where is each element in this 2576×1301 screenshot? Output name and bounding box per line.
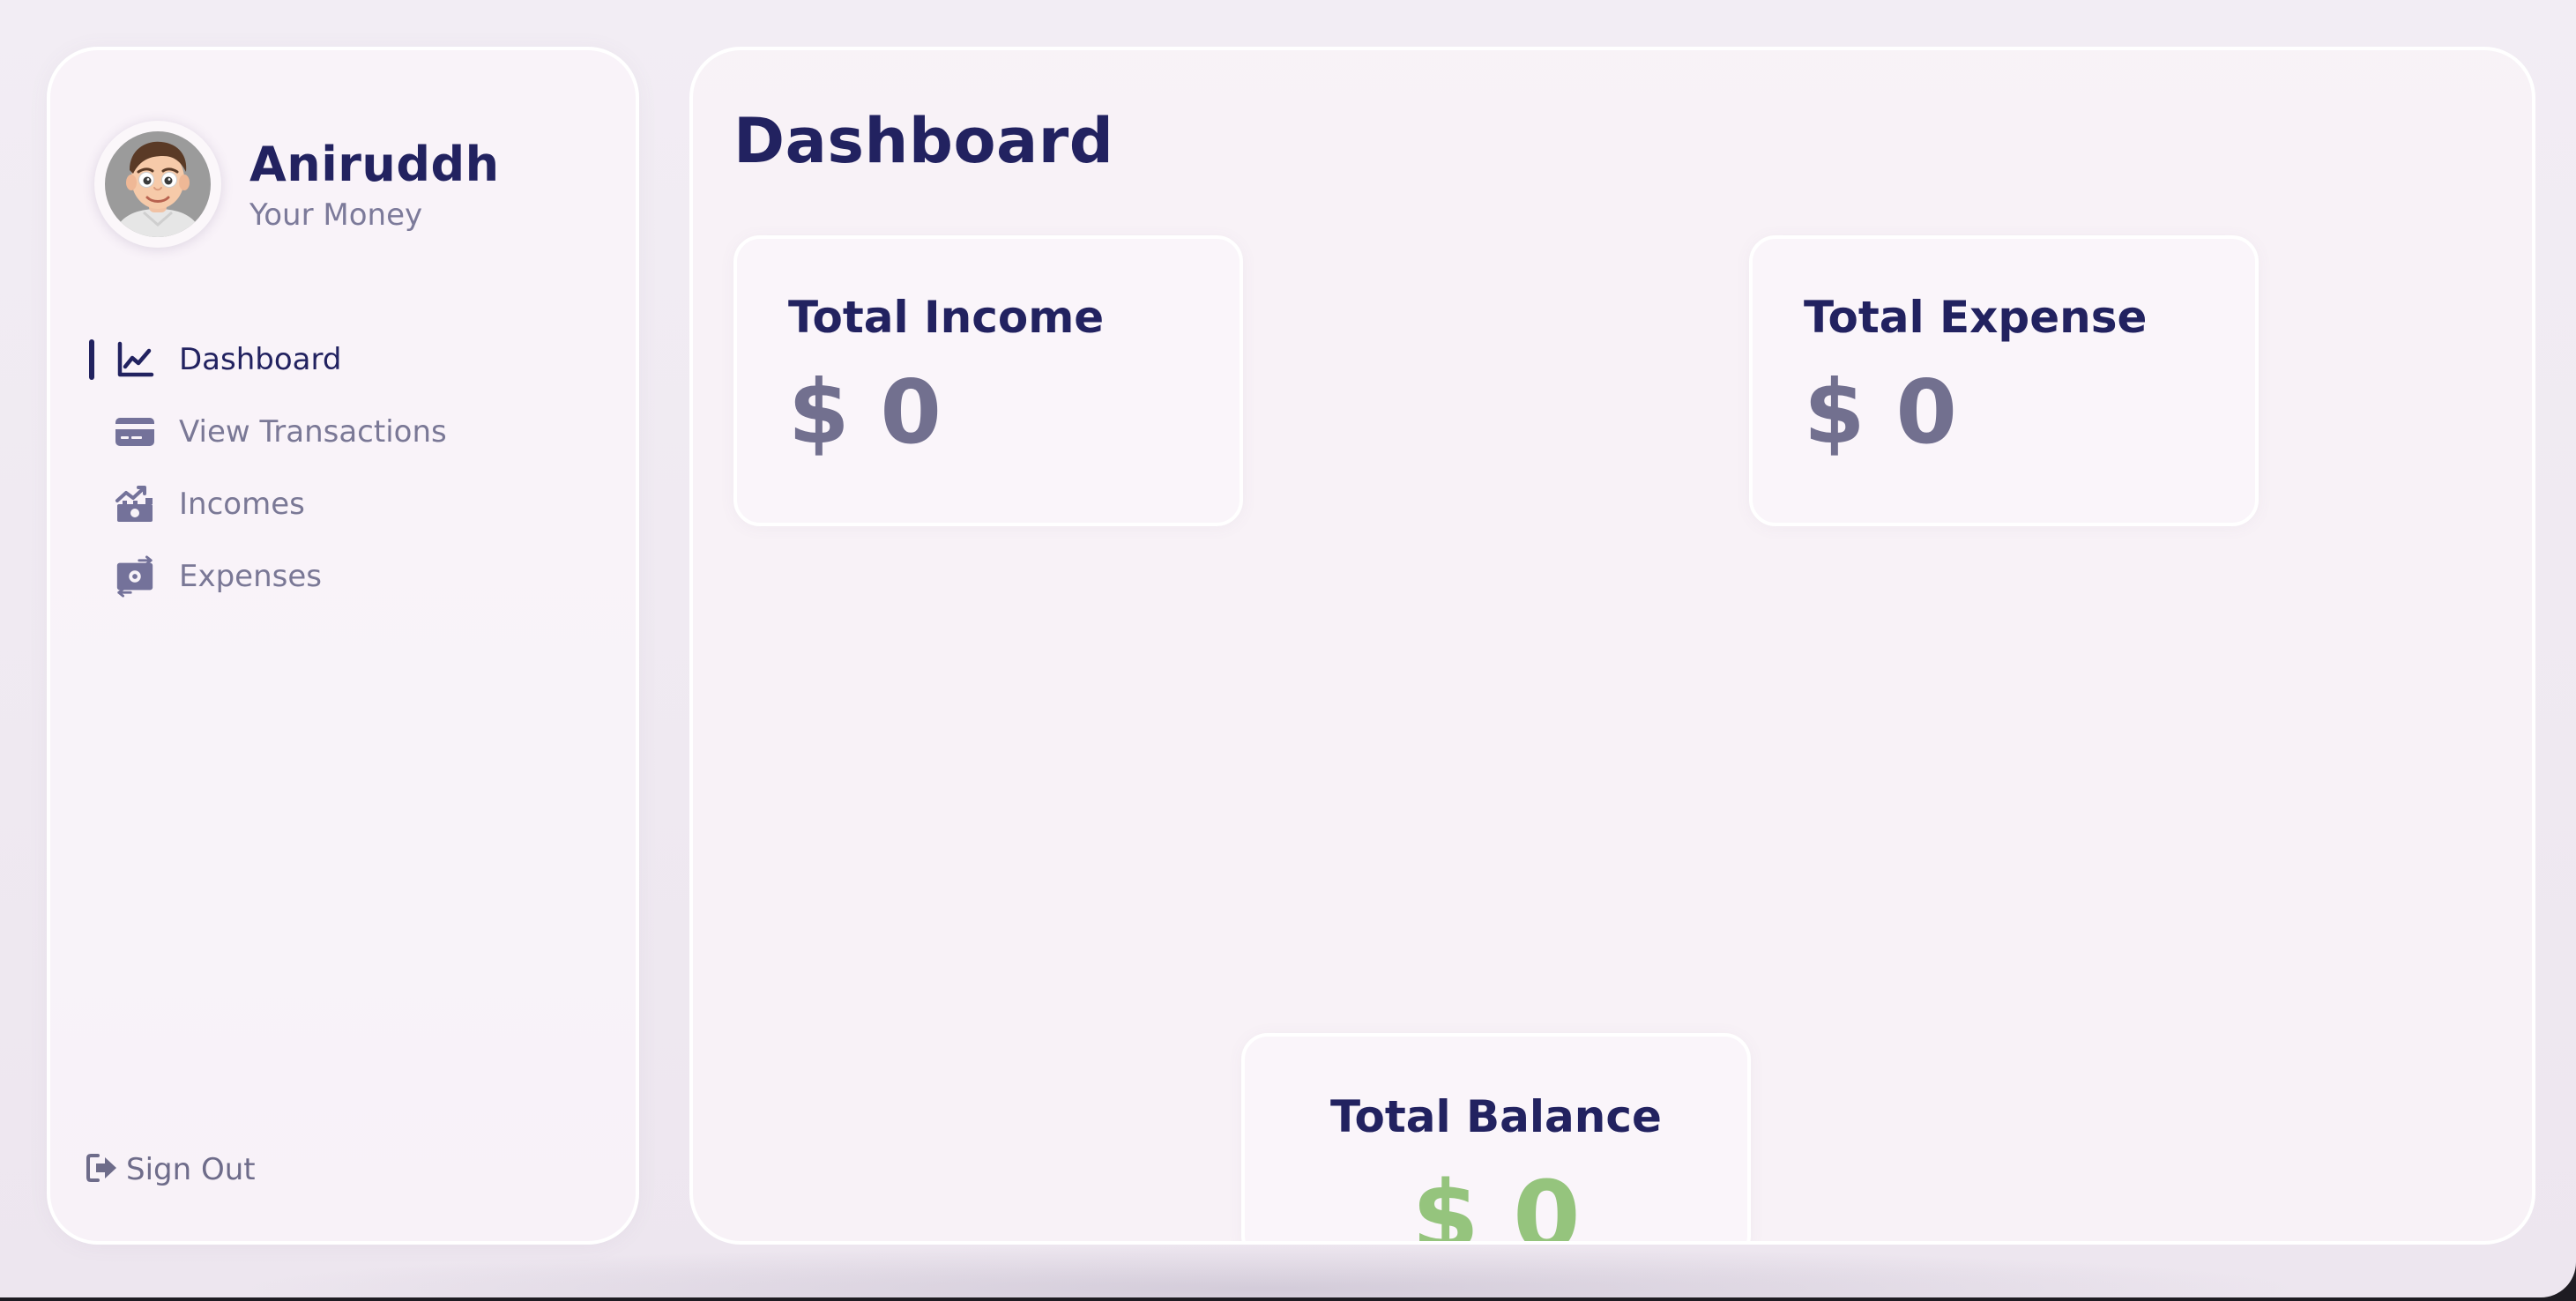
line-chart-icon — [114, 338, 156, 381]
sidebar-nav: Dashboard View Transactions Incomes Expe… — [89, 323, 583, 613]
total-expense-title: Total Expense — [1804, 292, 2148, 343]
total-expense-value: $ 0 — [1804, 361, 1957, 464]
total-balance-title: Total Balance — [1330, 1091, 1662, 1142]
total-income-card: Total Income $ 0 — [733, 235, 1243, 526]
user-subtitle: Your Money — [249, 197, 423, 233]
nav-label-incomes: Incomes — [179, 487, 305, 522]
main-panel: Dashboard Total Income $ 0 Total Expense… — [689, 47, 2535, 1245]
nav-label-dashboard: Dashboard — [179, 342, 342, 377]
credit-card-icon — [114, 411, 156, 453]
avatar[interactable] — [94, 121, 221, 248]
profile-text: Aniruddh Your Money — [249, 137, 500, 233]
total-expense-card: Total Expense $ 0 — [1749, 235, 2259, 526]
total-income-title: Total Income — [788, 292, 1105, 343]
nav-item-view-transactions[interactable]: View Transactions — [89, 396, 583, 468]
nav-label-expenses: Expenses — [179, 559, 322, 594]
money-bill-transfer-icon — [114, 555, 156, 598]
total-balance-value: $ 0 — [1411, 1160, 1581, 1245]
page-title: Dashboard — [733, 105, 1114, 177]
nav-label-view-transactions: View Transactions — [179, 414, 447, 450]
sign-out-button[interactable]: Sign Out — [86, 1152, 256, 1187]
sign-out-label: Sign Out — [126, 1152, 256, 1187]
total-balance-card: Total Balance $ 0 — [1241, 1033, 1751, 1245]
memoji-avatar-icon — [105, 131, 211, 237]
money-bill-trend-up-icon — [114, 483, 156, 525]
sidebar: Aniruddh Your Money Dashboard View Trans… — [47, 47, 639, 1245]
total-income-value: $ 0 — [788, 361, 942, 464]
user-name: Aniruddh — [249, 136, 500, 192]
nav-item-dashboard[interactable]: Dashboard — [89, 323, 583, 396]
app-window: Aniruddh Your Money Dashboard View Trans… — [0, 0, 2576, 1297]
sign-out-icon — [86, 1152, 119, 1187]
user-profile: Aniruddh Your Money — [94, 121, 500, 248]
nav-item-expenses[interactable]: Expenses — [89, 540, 583, 613]
nav-item-incomes[interactable]: Incomes — [89, 468, 583, 540]
